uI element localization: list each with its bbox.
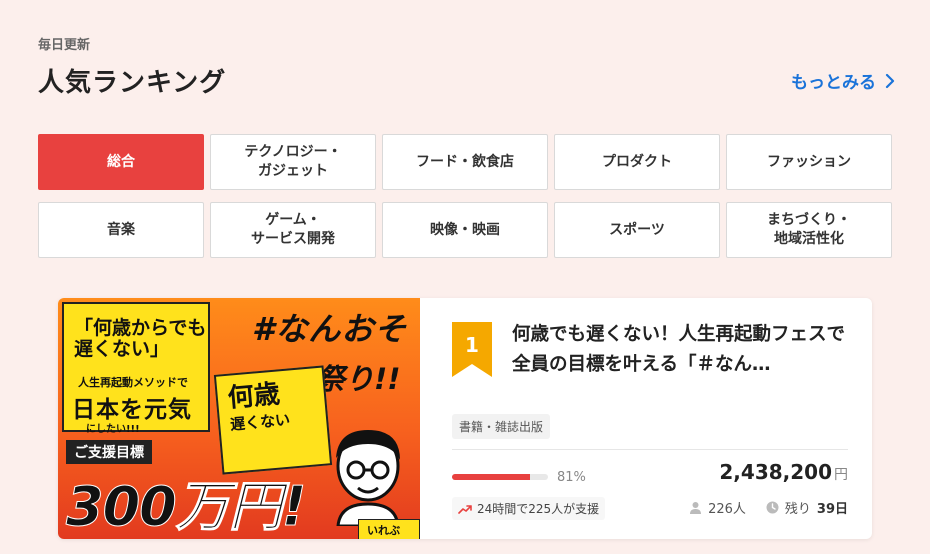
- trending-up-icon: [458, 504, 472, 514]
- category-tab-product[interactable]: プロダクト: [554, 134, 720, 190]
- progress-bar: [452, 474, 548, 480]
- ranking-card[interactable]: 「何歳からでも 遅くない」 人生再起動メソッドで 日本を元気 にしたい!!! #…: [58, 298, 872, 539]
- thumbnail-book-cover: 何歳 遅くない: [213, 365, 333, 475]
- project-info: 1 何歳でも遅くない！人生再起動フェスで全員の目標を叶える「＃なん… 書籍・雑誌…: [420, 298, 872, 539]
- funding-amount: 2,438,200 円: [719, 460, 848, 484]
- category-tag[interactable]: 書籍・雑誌出版: [452, 414, 551, 439]
- category-tab-community[interactable]: まちづくり・ 地域活性化: [726, 202, 892, 258]
- category-tab-fashion[interactable]: ファッション: [726, 134, 892, 190]
- category-tab-technology[interactable]: テクノロジー・ ガジェット: [210, 134, 376, 190]
- trend-text: 24時間で225人が支援: [477, 502, 600, 516]
- project-thumbnail[interactable]: 「何歳からでも 遅くない」 人生再起動メソッドで 日本を元気 にしたい!!! #…: [58, 298, 420, 539]
- thumbnail-tail: にしたい!!!: [86, 424, 140, 435]
- clock-icon: [766, 501, 779, 514]
- thumbnail-headline-panel: 「何歳からでも 遅くない」 人生再起動メソッドで 日本を元気 にしたい!!!: [62, 302, 210, 435]
- thumbnail-main: 日本を元気: [72, 397, 192, 423]
- author-illustration: [336, 430, 400, 526]
- rank-badge: 1: [452, 322, 492, 377]
- category-tab-all[interactable]: 総合: [38, 134, 204, 190]
- remaining-label: 残り: [784, 502, 811, 517]
- category-tab-game-service[interactable]: ゲーム・ サービス開発: [210, 202, 376, 258]
- rank-number: 1: [465, 333, 479, 357]
- category-tab-food[interactable]: フード・飲食店: [382, 134, 548, 190]
- project-stats: 226人 残り 39日: [689, 498, 848, 517]
- amount-currency: 円: [834, 467, 848, 483]
- chevron-right-icon: [885, 73, 895, 88]
- supporter-count: 226人: [708, 502, 746, 517]
- progress-percent: 81%: [557, 470, 586, 485]
- thumbnail-author-name: いれぶん: [358, 519, 420, 539]
- category-tabs: 総合 テクノロジー・ ガジェット フード・飲食店 プロダクト ファッション 音楽…: [38, 134, 892, 258]
- progress-bar-fill: [452, 474, 530, 480]
- amount-value: 2,438,200: [719, 460, 832, 484]
- project-title[interactable]: 何歳でも遅くない！人生再起動フェスで全員の目標を叶える「＃なん…: [512, 320, 857, 380]
- thumbnail-goal-label: ご支援目標: [66, 440, 152, 464]
- category-tab-music[interactable]: 音楽: [38, 202, 204, 258]
- category-tab-film[interactable]: 映像・映画: [382, 202, 548, 258]
- thumbnail-goal-value: 300万円!: [65, 475, 306, 539]
- see-more-label: もっとみる: [791, 73, 876, 93]
- user-icon: [690, 502, 702, 514]
- category-tab-sports[interactable]: スポーツ: [554, 202, 720, 258]
- thumbnail-hashtag: #なんおそ: [252, 310, 408, 348]
- thumbnail-hashtag-2: 祭り!!: [316, 362, 401, 396]
- thumbnail-sub: 人生再起動メソッドで: [78, 376, 188, 389]
- page-title: 人気ランキング: [38, 68, 227, 98]
- divider: [452, 449, 848, 450]
- thumbnail-headline: 「何歳からでも 遅くない」: [74, 317, 207, 360]
- see-more-link[interactable]: もっとみる: [791, 68, 896, 93]
- section-subtitle: 毎日更新: [38, 38, 91, 53]
- trend-badge: 24時間で225人が支援: [452, 497, 606, 520]
- remaining-days: 39日: [816, 502, 848, 517]
